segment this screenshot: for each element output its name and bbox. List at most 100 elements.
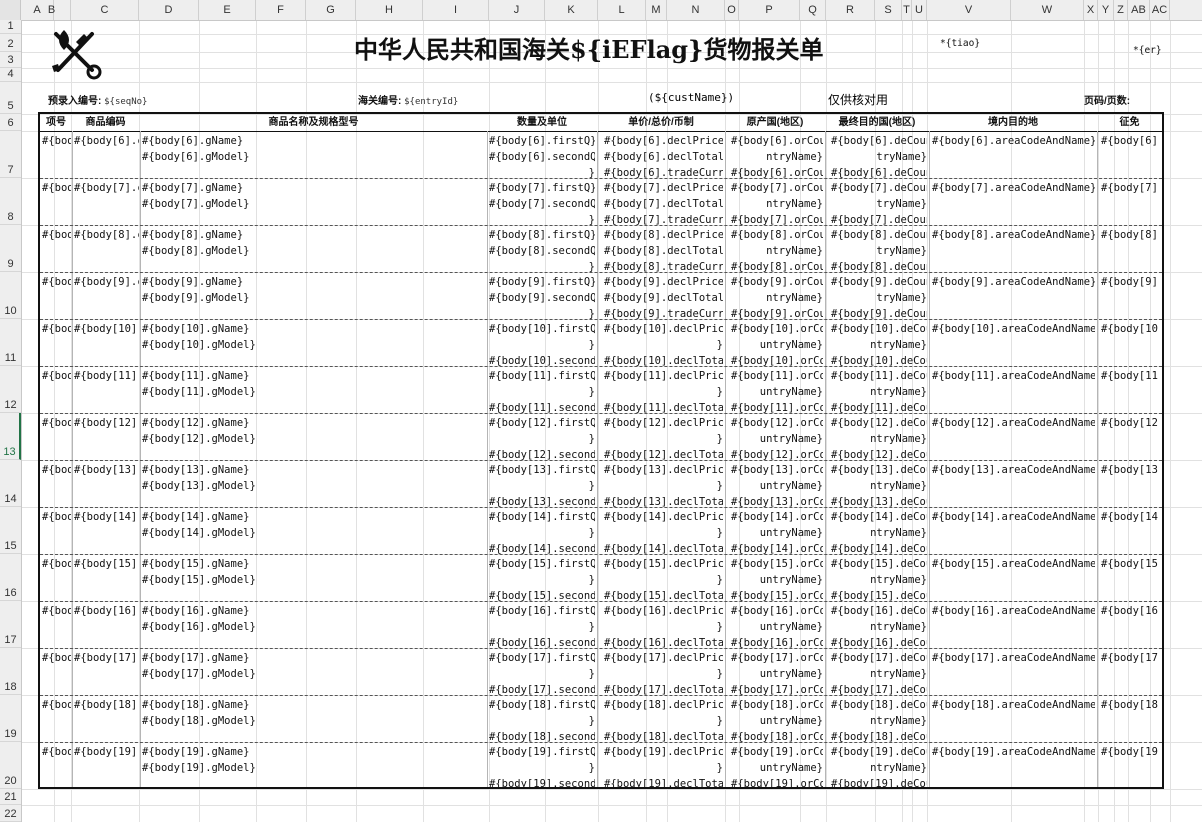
price-cell[interactable]: #{body[8].declPrice} (604, 227, 723, 243)
column-header-ab[interactable]: AB (1128, 0, 1150, 20)
price-cell[interactable]: #{body[8].declTotal} (604, 243, 723, 259)
destination-country-cell[interactable]: #{body[7].deCoun (831, 180, 927, 196)
column-header-y[interactable]: Y (1098, 0, 1114, 20)
duty-mode-cell[interactable]: #{body[9]. (1101, 274, 1159, 290)
quantity-cell[interactable]: #{body[16].firstQ (489, 603, 595, 619)
item-no-cell[interactable]: #{bod (42, 462, 71, 478)
column-header-p[interactable]: P (739, 0, 800, 20)
domestic-destination-cell[interactable]: #{body[15].areaCodeAndName} (932, 556, 1095, 572)
goods-code-cell[interactable]: #{body[11]. (74, 368, 139, 384)
goods-model-cell[interactable]: #{body[9].gModel} (142, 290, 482, 306)
row-header-bar[interactable]: 1 2 3 4 5 6 7 8 9 10 11 12 13 14 15 16 17 18 19 20 21 22 (0, 20, 22, 822)
row-header-21[interactable]: 21 (0, 789, 21, 805)
goods-model-cell[interactable]: #{body[17].gModel} (142, 666, 482, 682)
goods-name-cell[interactable]: #{body[12].gName} (142, 415, 482, 431)
destination-country-cell[interactable]: ntryName} (831, 525, 927, 541)
goods-code-cell[interactable]: #{body[8].c (74, 227, 139, 243)
price-cell[interactable]: } (604, 431, 723, 447)
origin-country-cell[interactable]: #{body[16].orCo (731, 603, 823, 619)
row-header-6[interactable]: 6 (0, 114, 21, 131)
domestic-destination-cell[interactable]: #{body[17].areaCodeAndName} (932, 650, 1095, 666)
price-cell[interactable]: #{body[12].declPrice (604, 415, 723, 431)
item-no-cell[interactable]: #{bod (42, 180, 71, 196)
goods-code-cell[interactable]: #{body[12]. (74, 415, 139, 431)
item-no-cell[interactable]: #{bod (42, 650, 71, 666)
origin-country-cell[interactable]: untryName} (731, 384, 823, 400)
destination-country-cell[interactable]: tryName} (831, 196, 927, 212)
duty-mode-cell[interactable]: #{body[7]. (1101, 180, 1159, 196)
goods-code-cell[interactable]: #{body[14]. (74, 509, 139, 525)
destination-country-cell[interactable]: #{body[9].deCoun (831, 274, 927, 290)
column-header-x[interactable]: X (1084, 0, 1098, 20)
quantity-cell[interactable]: #{body[15].firstQ (489, 556, 595, 572)
price-cell[interactable]: #{body[10].declPrice (604, 321, 723, 337)
column-header-m[interactable]: M (646, 0, 667, 20)
item-no-cell[interactable]: #{bod (42, 274, 71, 290)
goods-model-cell[interactable]: #{body[13].gModel} (142, 478, 482, 494)
select-all-corner[interactable] (0, 0, 21, 20)
goods-name-cell[interactable]: #{body[16].gName} (142, 603, 482, 619)
price-cell[interactable]: } (604, 572, 723, 588)
price-cell[interactable]: #{body[17].declPrice (604, 650, 723, 666)
origin-country-cell[interactable]: untryName} (731, 525, 823, 541)
row-header-4[interactable]: 4 (0, 68, 21, 82)
quantity-cell[interactable]: #{body[6].firstQ} (489, 133, 595, 149)
row-header-7[interactable]: 7 (0, 131, 21, 178)
duty-mode-cell[interactable]: #{body[14]. (1101, 509, 1159, 525)
goods-name-cell[interactable]: #{body[18].gName} (142, 697, 482, 713)
price-cell[interactable]: } (604, 337, 723, 353)
duty-mode-cell[interactable]: #{body[8]. (1101, 227, 1159, 243)
quantity-cell[interactable]: } (489, 431, 595, 447)
destination-country-cell[interactable]: #{body[15].deCou (831, 556, 927, 572)
goods-model-cell[interactable]: #{body[10].gModel} (142, 337, 482, 353)
quantity-cell[interactable]: #{body[14].firstQ (489, 509, 595, 525)
column-header-bar[interactable]: A B C D E F G H I J K L M N O P Q R S T U V W X Y Z AB AC (0, 0, 1202, 21)
duty-mode-cell[interactable]: #{body[18]. (1101, 697, 1159, 713)
quantity-cell[interactable]: #{body[19].second (489, 776, 595, 792)
price-cell[interactable]: #{body[6].declTotal} (604, 149, 723, 165)
goods-name-cell[interactable]: #{body[11].gName} (142, 368, 482, 384)
quantity-cell[interactable]: #{body[11].firstQ (489, 368, 595, 384)
quantity-cell[interactable]: } (489, 619, 595, 635)
destination-country-cell[interactable]: #{body[19].deCou (831, 744, 927, 760)
row-header-12[interactable]: 12 (0, 366, 21, 413)
domestic-destination-cell[interactable]: #{body[16].areaCodeAndName} (932, 603, 1095, 619)
goods-name-cell[interactable]: #{body[6].gName} (142, 133, 482, 149)
column-header-d[interactable]: D (139, 0, 199, 20)
origin-country-cell[interactable]: ntryName} (731, 290, 823, 306)
price-cell[interactable]: #{body[18].declPrice (604, 697, 723, 713)
quantity-cell[interactable]: #{body[17].firstQ (489, 650, 595, 666)
origin-country-cell[interactable]: #{body[10].orCo (731, 321, 823, 337)
price-cell[interactable]: } (604, 666, 723, 682)
origin-country-cell[interactable]: #{body[7].orCou (731, 180, 823, 196)
domestic-destination-cell[interactable]: #{body[18].areaCodeAndName} (932, 697, 1095, 713)
duty-mode-cell[interactable]: #{body[6]. (1101, 133, 1159, 149)
price-cell[interactable]: #{body[19].declTotal (604, 776, 723, 792)
destination-country-cell[interactable]: ntryName} (831, 713, 927, 729)
price-cell[interactable]: #{body[7].declTotal} (604, 196, 723, 212)
origin-country-cell[interactable]: untryName} (731, 713, 823, 729)
quantity-cell[interactable]: #{body[13].firstQ (489, 462, 595, 478)
domestic-destination-cell[interactable]: #{body[13].areaCodeAndName} (932, 462, 1095, 478)
price-cell[interactable]: #{body[14].declPrice (604, 509, 723, 525)
column-header-z[interactable]: Z (1114, 0, 1128, 20)
price-cell[interactable]: #{body[11].declPrice (604, 368, 723, 384)
origin-country-cell[interactable]: untryName} (731, 572, 823, 588)
duty-mode-cell[interactable]: #{body[15]. (1101, 556, 1159, 572)
column-header-w[interactable]: W (1011, 0, 1084, 20)
origin-country-cell[interactable]: #{body[17].orCo (731, 650, 823, 666)
column-header-t[interactable]: T (902, 0, 912, 20)
origin-country-cell[interactable]: #{body[13].orCo (731, 462, 823, 478)
goods-model-cell[interactable]: #{body[11].gModel} (142, 384, 482, 400)
column-header-c[interactable]: C (71, 0, 139, 20)
column-header-j[interactable]: J (489, 0, 545, 20)
duty-mode-cell[interactable]: #{body[12]. (1101, 415, 1159, 431)
goods-name-cell[interactable]: #{body[13].gName} (142, 462, 482, 478)
destination-country-cell[interactable]: #{body[8].deCoun (831, 227, 927, 243)
goods-name-cell[interactable]: #{body[15].gName} (142, 556, 482, 572)
destination-country-cell[interactable]: #{body[11].deCou (831, 368, 927, 384)
row-header-18[interactable]: 18 (0, 648, 21, 695)
goods-name-cell[interactable]: #{body[17].gName} (142, 650, 482, 666)
origin-country-cell[interactable]: ntryName} (731, 196, 823, 212)
item-no-cell[interactable]: #{bod (42, 697, 71, 713)
